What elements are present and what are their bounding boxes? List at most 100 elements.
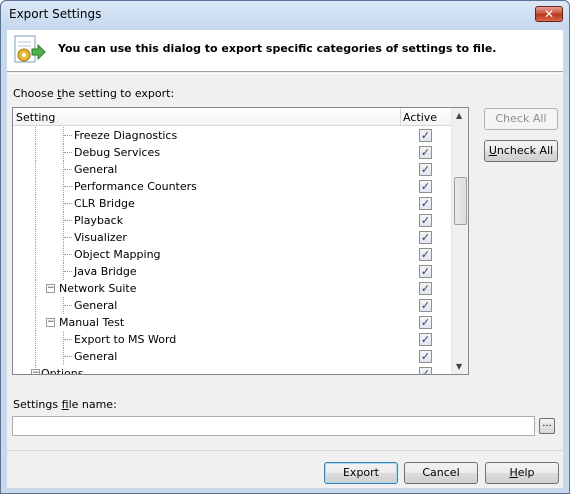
active-checkbox[interactable]: ✓ xyxy=(419,214,432,227)
tree-row[interactable]: Debug Services ✓ xyxy=(13,144,451,161)
tree-row[interactable]: − Network Suite ✓ xyxy=(13,280,451,297)
uncheck-all-button[interactable]: Uncheck All xyxy=(484,140,558,162)
help-button[interactable]: Help xyxy=(485,462,559,484)
active-checkbox[interactable]: ✓ xyxy=(419,299,432,312)
active-checkbox[interactable]: ✓ xyxy=(419,265,432,278)
tree-row[interactable]: General ✓ xyxy=(13,297,451,314)
tree-guide-line xyxy=(64,254,72,255)
active-checkbox[interactable]: ✓ xyxy=(419,367,432,374)
tree-guide-line xyxy=(35,229,36,246)
file-label-accel: f xyxy=(61,398,69,411)
tree-row[interactable]: Export to MS Word ✓ xyxy=(13,331,451,348)
banner-text: You can use this dialog to export specif… xyxy=(58,42,497,55)
banner: You can use this dialog to export specif… xyxy=(7,30,563,72)
active-checkbox[interactable]: ✓ xyxy=(419,163,432,176)
tree-row[interactable]: − Options ✓ xyxy=(13,365,451,375)
settings-file-label: Settings file name: xyxy=(13,398,117,411)
tree-row[interactable]: − Manual Test ✓ xyxy=(13,314,451,331)
tree-row-label: Debug Services xyxy=(74,146,161,159)
file-label-pre: Settings xyxy=(13,398,62,411)
choose-setting-label: Choose the setting to export: xyxy=(13,87,174,100)
active-checkbox[interactable]: ✓ xyxy=(419,129,432,142)
tree-row[interactable]: General ✓ xyxy=(13,348,451,365)
tree-row[interactable]: Freeze Diagnostics ✓ xyxy=(13,127,451,144)
tree-row[interactable]: General ✓ xyxy=(13,161,451,178)
tree-guide-line xyxy=(35,212,36,229)
settings-export-icon xyxy=(14,35,46,63)
export-settings-dialog: Export Settings ✕ You can use this dialo… xyxy=(0,0,570,494)
tree-guide-line xyxy=(35,280,36,297)
tree-row-label: CLR Bridge xyxy=(74,197,135,210)
tree-guide-line xyxy=(64,356,72,357)
tree-row-label: Visualizer xyxy=(74,231,127,244)
title-bar[interactable]: Export Settings ✕ xyxy=(1,1,569,30)
active-checkbox[interactable]: ✓ xyxy=(419,316,432,329)
collapse-icon[interactable]: − xyxy=(31,369,40,374)
tree-guide-line xyxy=(64,152,72,153)
column-divider[interactable] xyxy=(400,108,401,126)
tree-guide-line xyxy=(64,305,72,306)
tree-row[interactable]: CLR Bridge ✓ xyxy=(13,195,451,212)
tree-guide-line xyxy=(35,178,36,195)
tree-guide-line xyxy=(64,135,72,136)
column-header-active[interactable]: Active xyxy=(403,111,437,124)
active-checkbox[interactable]: ✓ xyxy=(419,333,432,346)
tree-row[interactable]: Performance Counters ✓ xyxy=(13,178,451,195)
tree-row[interactable]: Visualizer ✓ xyxy=(13,229,451,246)
window-title: Export Settings xyxy=(9,7,102,21)
check-all-button[interactable]: Check All xyxy=(484,108,558,130)
scroll-down-arrow-icon[interactable]: ▼ xyxy=(456,362,462,371)
banner-divider xyxy=(7,73,563,74)
tree-row-label: Playback xyxy=(74,214,124,227)
tree-guide-line xyxy=(64,186,72,187)
help-rest: elp xyxy=(517,466,535,479)
tree-row-label: Export to MS Word xyxy=(74,333,177,346)
tree-header: Setting Active xyxy=(13,108,451,126)
tree-row-label: Manual Test xyxy=(59,316,125,329)
active-checkbox[interactable]: ✓ xyxy=(419,350,432,363)
active-checkbox[interactable]: ✓ xyxy=(419,231,432,244)
collapse-icon[interactable]: − xyxy=(46,284,55,293)
tree-guide-line xyxy=(35,263,36,280)
tree-guide-line xyxy=(64,220,72,221)
dialog-body: You can use this dialog to export specif… xyxy=(7,30,563,488)
choose-label-post: he setting to export: xyxy=(61,87,175,100)
active-checkbox[interactable]: ✓ xyxy=(419,248,432,261)
active-checkbox[interactable]: ✓ xyxy=(419,282,432,295)
tree-guide-line xyxy=(35,144,36,161)
scroll-thumb[interactable] xyxy=(454,177,467,225)
tree-row-label: Performance Counters xyxy=(74,180,197,193)
footer-divider xyxy=(7,450,563,451)
active-checkbox[interactable]: ✓ xyxy=(419,180,432,193)
tree-guide-line xyxy=(64,203,72,204)
uncheck-all-rest: ncheck All xyxy=(496,144,554,157)
settings-tree[interactable]: Setting Active Freeze Diagnostics ✓ Debug … xyxy=(12,107,469,375)
tree-guide-line xyxy=(64,271,72,272)
tree-guide-line xyxy=(64,237,72,238)
tree-vertical-scrollbar[interactable]: ▲ ▼ xyxy=(451,108,468,374)
tree-row[interactable]: Java Bridge ✓ xyxy=(13,263,451,280)
tree-row-label: Freeze Diagnostics xyxy=(74,129,178,142)
tree-row-label: Options xyxy=(41,367,84,375)
export-button[interactable]: Export xyxy=(324,462,398,484)
scroll-up-arrow-icon[interactable]: ▲ xyxy=(456,111,462,120)
tree-row[interactable]: Object Mapping ✓ xyxy=(13,246,451,263)
tree-guide-line xyxy=(35,348,36,365)
tree-row-label: General xyxy=(74,299,118,312)
collapse-icon[interactable]: − xyxy=(46,318,55,327)
browse-button[interactable]: ... xyxy=(539,418,555,434)
tree-row[interactable]: Playback ✓ xyxy=(13,212,451,229)
file-label-post: ile name: xyxy=(68,398,117,411)
tree-row-label: Java Bridge xyxy=(74,265,137,278)
settings-file-input[interactable] xyxy=(12,416,535,436)
tree-guide-line xyxy=(35,314,36,331)
choose-label-pre: Choose xyxy=(13,87,58,100)
tree-guide-line xyxy=(35,195,36,212)
column-header-setting[interactable]: Setting xyxy=(16,111,55,124)
cancel-button[interactable]: Cancel xyxy=(404,462,478,484)
tree-row-label: General xyxy=(74,350,118,363)
active-checkbox[interactable]: ✓ xyxy=(419,146,432,159)
tree-guide-line xyxy=(35,127,36,144)
close-button[interactable]: ✕ xyxy=(535,6,563,22)
active-checkbox[interactable]: ✓ xyxy=(419,197,432,210)
